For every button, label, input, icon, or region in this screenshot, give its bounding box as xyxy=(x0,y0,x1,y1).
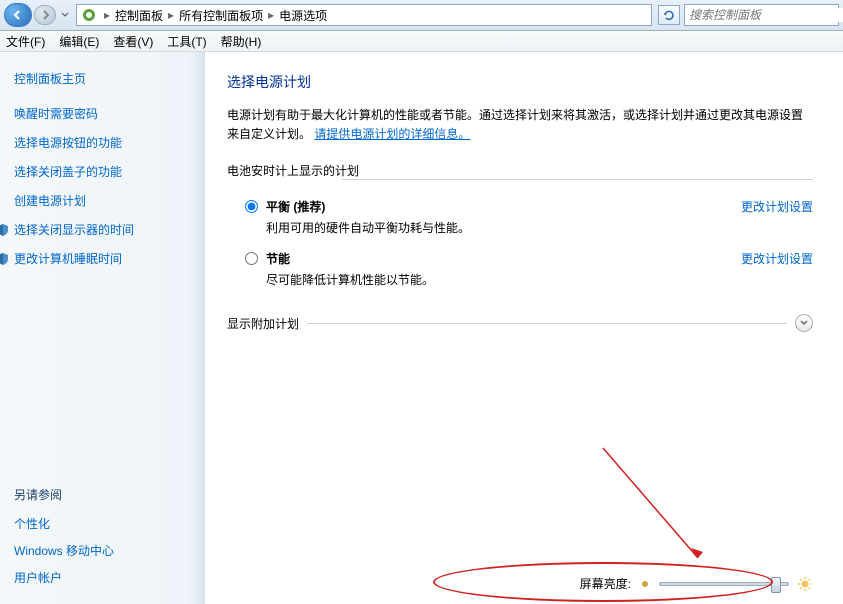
breadcrumb: ▸ 控制面板 ▸ 所有控制面板项 ▸ 电源选项 xyxy=(101,7,329,24)
breadcrumb-sep: ▸ xyxy=(265,8,277,22)
sidebar-link-label: 更改计算机睡眠时间 xyxy=(14,250,122,267)
expand-button[interactable] xyxy=(795,314,813,332)
breadcrumb-item-0[interactable]: 控制面板 xyxy=(113,7,165,24)
sun-bright-icon xyxy=(797,576,813,592)
plan-name: 平衡 (推荐) xyxy=(266,198,741,215)
search-box[interactable] xyxy=(684,4,839,26)
sidebar-link-power-button[interactable]: 选择电源按钮的功能 xyxy=(14,134,191,151)
plan-content: 平衡 (推荐) 利用可用的硬件自动平衡功耗与性能。 xyxy=(266,198,741,236)
content-area: 控制面板主页 唤醒时需要密码 选择电源按钮的功能 选择关闭盖子的功能 创建电源计… xyxy=(0,52,843,604)
page-title: 选择电源计划 xyxy=(227,72,813,92)
search-input[interactable] xyxy=(689,8,843,22)
titlebar: ▸ 控制面板 ▸ 所有控制面板项 ▸ 电源选项 xyxy=(0,0,843,31)
sidebar-link-wake-password[interactable]: 唤醒时需要密码 xyxy=(14,105,191,122)
arrow-right-icon xyxy=(39,9,51,21)
plan-radio-saver[interactable] xyxy=(245,252,258,265)
see-also-mobility-center[interactable]: Windows 移动中心 xyxy=(14,542,191,559)
additional-plans-row: 显示附加计划 xyxy=(227,304,813,342)
sidebar-link-label: 选择关闭显示器的时间 xyxy=(14,221,134,238)
plan-name: 节能 xyxy=(266,250,741,267)
nav-buttons xyxy=(4,3,72,27)
shield-icon xyxy=(0,223,10,237)
chevron-down-icon xyxy=(799,319,809,327)
power-plan-saver: 节能 尽可能降低计算机性能以节能。 更改计划设置 xyxy=(227,246,813,298)
breadcrumb-sep: ▸ xyxy=(101,8,113,22)
power-plan-balanced: 平衡 (推荐) 利用可用的硬件自动平衡功耗与性能。 更改计划设置 xyxy=(227,194,813,246)
slider-thumb[interactable] xyxy=(771,577,781,593)
breadcrumb-item-2[interactable]: 电源选项 xyxy=(277,7,329,24)
breadcrumb-item-1[interactable]: 所有控制面板项 xyxy=(177,7,265,24)
sidebar-link-sleep-time[interactable]: 更改计算机睡眠时间 xyxy=(0,250,191,267)
sidebar-link-display-off[interactable]: 选择关闭显示器的时间 xyxy=(0,221,191,238)
sun-dim-icon xyxy=(639,578,651,590)
menubar: 文件(F) 编辑(E) 查看(V) 工具(T) 帮助(H) xyxy=(0,31,843,52)
sidebar: 控制面板主页 唤醒时需要密码 选择电源按钮的功能 选择关闭盖子的功能 创建电源计… xyxy=(0,52,205,604)
see-also-links: 个性化 Windows 移动中心 用户帐户 xyxy=(14,515,191,586)
plan-description: 尽可能降低计算机性能以节能。 xyxy=(266,271,741,288)
main-content: 选择电源计划 电源计划有助于最大化计算机的性能或者节能。通过选择计划来将其激活，… xyxy=(205,52,843,604)
sidebar-see-also: 另请参阅 个性化 Windows 移动中心 用户帐户 xyxy=(14,486,191,586)
divider xyxy=(307,323,787,324)
annotation-arrow xyxy=(593,438,713,568)
menu-tools[interactable]: 工具(T) xyxy=(167,33,206,50)
power-plans-group: 电池安时计上显示的计划 平衡 (推荐) 利用可用的硬件自动平衡功耗与性能。 更改… xyxy=(227,162,813,342)
sidebar-home-link[interactable]: 控制面板主页 xyxy=(14,70,191,87)
shield-icon xyxy=(0,252,10,266)
menu-help[interactable]: 帮助(H) xyxy=(221,33,262,50)
brightness-bar: 屏幕亮度: xyxy=(205,575,843,592)
arrow-left-icon xyxy=(12,9,24,21)
breadcrumb-sep: ▸ xyxy=(165,8,177,22)
page-description: 电源计划有助于最大化计算机的性能或者节能。通过选择计划来将其激活，或选择计划并通… xyxy=(227,106,813,144)
refresh-button[interactable] xyxy=(658,5,680,25)
chevron-down-icon xyxy=(61,12,69,18)
see-also-user-accounts[interactable]: 用户帐户 xyxy=(14,569,191,586)
plan-description: 利用可用的硬件自动平衡功耗与性能。 xyxy=(266,219,741,236)
nav-history-dropdown[interactable] xyxy=(58,5,72,25)
sidebar-links: 唤醒时需要密码 选择电源按钮的功能 选择关闭盖子的功能 创建电源计划 选择关闭显… xyxy=(14,105,191,267)
change-plan-settings-link[interactable]: 更改计划设置 xyxy=(741,250,813,267)
change-plan-settings-link[interactable]: 更改计划设置 xyxy=(741,198,813,215)
brightness-slider[interactable] xyxy=(659,582,789,586)
brightness-label: 屏幕亮度: xyxy=(580,575,631,592)
slider-track xyxy=(659,582,789,586)
control-panel-icon xyxy=(81,7,97,23)
refresh-icon xyxy=(663,9,675,21)
see-also-title: 另请参阅 xyxy=(14,486,191,503)
plan-content: 节能 尽可能降低计算机性能以节能。 xyxy=(266,250,741,288)
more-info-link[interactable]: 请提供电源计划的详细信息。 xyxy=(314,127,470,141)
additional-plans-label: 显示附加计划 xyxy=(227,315,299,332)
menu-file[interactable]: 文件(F) xyxy=(6,33,45,50)
sidebar-link-create-plan[interactable]: 创建电源计划 xyxy=(14,192,191,209)
address-bar[interactable]: ▸ 控制面板 ▸ 所有控制面板项 ▸ 电源选项 xyxy=(76,4,652,26)
see-also-personalization[interactable]: 个性化 xyxy=(14,515,191,532)
menu-edit[interactable]: 编辑(E) xyxy=(59,33,99,50)
forward-button[interactable] xyxy=(34,5,56,25)
menu-view[interactable]: 查看(V) xyxy=(113,33,153,50)
sidebar-link-close-lid[interactable]: 选择关闭盖子的功能 xyxy=(14,163,191,180)
back-button[interactable] xyxy=(4,3,32,27)
plan-radio-balanced[interactable] xyxy=(245,200,258,213)
divider xyxy=(342,179,813,180)
